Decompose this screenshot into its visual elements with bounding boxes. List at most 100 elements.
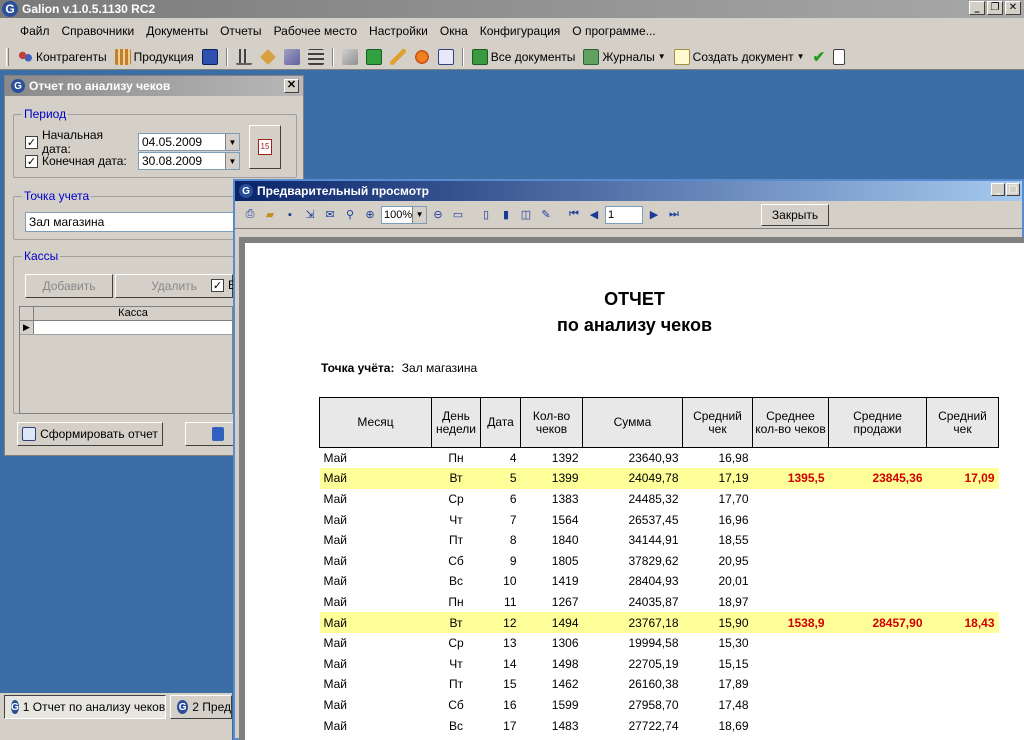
counterparties-button[interactable]: Контрагенты [13,46,111,68]
menu-about[interactable]: О программе... [566,24,661,38]
cell-month: Май [319,612,432,633]
cell-sum: 24035,87 [628,594,679,609]
cell-month: Май [323,636,348,651]
cell-weekday: Вт [431,612,481,633]
two-pages-icon[interactable]: ▮ [497,206,515,224]
chevron-down-icon: ▼ [657,52,666,61]
minimize-button[interactable]: _ [991,183,1005,196]
all-documents-button[interactable]: Все документы [468,46,580,68]
end-date-label: Конечная дата: [42,154,127,168]
transfer-button[interactable] [280,46,304,68]
menu-file[interactable]: Файл [14,24,56,38]
cell-avg-sales [829,592,927,613]
calendar-icon: 15 [258,139,272,155]
document-button[interactable] [829,46,849,68]
cell-month: Май [323,512,348,527]
menu-windows[interactable]: Окна [434,24,474,38]
cell-checks: 1419 [551,574,579,589]
pencil-icon [389,48,406,65]
single-page-icon[interactable]: ▯ [477,206,495,224]
notes-button[interactable] [434,46,458,68]
export-icon[interactable]: ⇲ [301,206,319,224]
cell-sum: 23640,93 [628,451,679,466]
task-report-dialog[interactable]: G 1 Отчет по анализу чеков [4,695,166,719]
table-row: Май Вт 12 1494 23767,18 15,90 1538,9 28457,90 18… [319,612,999,633]
menu-workplace[interactable]: Рабочее место [268,24,363,38]
menu-documents[interactable]: Документы [140,24,214,38]
zoom-in-icon[interactable]: ⊕ [361,206,379,224]
first-page-icon[interactable]: ⏮ [565,206,583,224]
chevron-down-icon[interactable]: ▼ [225,134,239,150]
period-label: Период [22,107,69,121]
report-table-body: Май Пн 4 1392 23640,93 16,98 Май Вт 5 1399 24049,7… [319,448,999,736]
registers-option-checkbox[interactable]: ✓ [211,278,224,292]
menu-configuration[interactable]: Конфигурация [474,24,567,38]
close-button[interactable]: ✕ [1005,1,1021,15]
cell-date: 4 [509,451,517,466]
money-button[interactable] [362,46,386,68]
prev-page-icon[interactable]: ◀ [585,206,603,224]
cell-avg-checks: 1395,5 [752,468,829,489]
next-page-icon[interactable]: ▶ [645,206,663,224]
task-preview[interactable]: G 2 Пред [170,695,232,719]
table-row: Май Чт 7 1564 26537,45 16,96 [320,509,999,530]
chart-button[interactable] [232,46,256,68]
minimize-button[interactable]: _ [969,1,985,15]
galion-logo-icon: G [177,700,189,714]
toolbar-separator [225,47,228,66]
zoom-out-icon[interactable]: ⊖ [429,206,447,224]
apply-button[interactable]: ✔ [809,46,830,68]
chevron-down-icon[interactable]: ▼ [225,153,239,169]
create-document-button[interactable]: Создать документ ▼ [670,46,809,68]
toolbar-grip[interactable] [6,47,9,66]
maximize-button[interactable]: □ [1006,183,1020,196]
preview-area[interactable]: ОТЧЕТ по анализу чеков Точка учёта: Зал … [239,237,1024,740]
cash-button[interactable] [338,46,362,68]
find-icon[interactable]: ⚲ [341,206,359,224]
export-button[interactable] [185,422,235,446]
generate-report-button[interactable]: Сформировать отчет [17,422,163,446]
menu-directories[interactable]: Справочники [56,24,141,38]
send-icon[interactable]: ✉ [321,206,339,224]
zoom-value: 100% [384,208,413,221]
start-date-field[interactable]: 04.05.2009 ▼ [138,133,240,151]
restore-button[interactable]: ❐ [987,1,1003,15]
page-number-field[interactable]: 1 [605,205,643,224]
point-value: Зал магазина [29,215,105,229]
point-field[interactable]: Зал магазина [25,212,235,232]
cell-avg-checks [753,530,829,551]
goods-button[interactable] [256,46,280,68]
calendar-button[interactable]: 15 [249,125,281,169]
cell-date: 9 [509,553,517,568]
menu-settings[interactable]: Настройки [363,24,434,38]
cell-weekday: Чт [449,512,463,527]
save-icon[interactable]: ▪ [281,206,299,224]
add-register-button[interactable]: Добавить [25,274,113,298]
start-date-checkbox[interactable]: ✓ [25,135,38,149]
last-page-icon[interactable]: ⏭ [665,206,683,224]
menu-reports[interactable]: Отчеты [214,24,267,38]
zoom-select[interactable]: 100% ▼ [381,205,427,224]
edit-page-icon[interactable]: ✎ [537,206,555,224]
end-date-checkbox[interactable]: ✓ [25,154,38,168]
edit-button[interactable] [386,46,410,68]
open-folder-icon[interactable]: ▰ [261,206,279,224]
cash-icon [341,48,358,65]
products-button[interactable]: Продукция [111,46,198,68]
calculator-button[interactable] [198,46,222,68]
create-document-label: Создать документ [692,49,794,64]
page-width-icon[interactable]: ▭ [449,206,467,224]
end-date-field[interactable]: 30.08.2009 ▼ [138,152,240,170]
settings-list-button[interactable] [304,46,328,68]
home-button[interactable] [410,46,434,68]
close-preview-button[interactable]: Закрыть [761,203,829,226]
book-icon[interactable]: ◫ [517,206,535,224]
cell-avg-sales: 23845,36 [828,468,927,489]
register-column-header[interactable]: Касса [34,307,232,320]
close-icon[interactable]: ✕ [284,79,299,93]
registers-grid[interactable]: Касса ▶ [19,306,233,414]
chevron-down-icon[interactable]: ▼ [412,206,426,223]
table-row[interactable]: ▶ [20,321,232,335]
journals-button[interactable]: Журналы ▼ [579,46,669,68]
print-icon[interactable]: ⎙ [241,206,259,224]
